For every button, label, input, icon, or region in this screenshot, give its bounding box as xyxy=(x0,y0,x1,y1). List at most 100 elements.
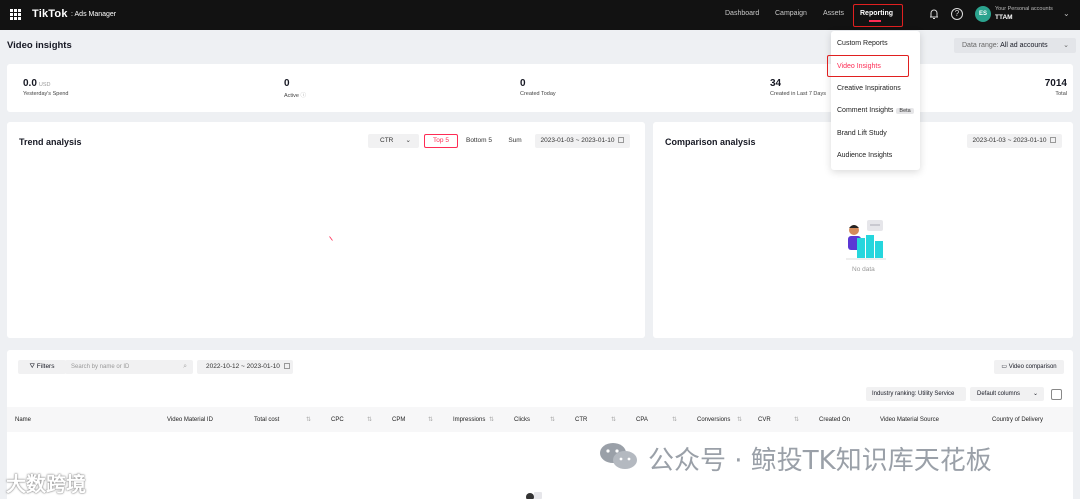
comparison-title: Comparison analysis xyxy=(665,137,756,147)
toggle-bottom-5[interactable]: Bottom 5 xyxy=(460,134,498,148)
stat-label: Active xyxy=(284,93,299,99)
stat-total: 7014 Total xyxy=(1041,78,1067,97)
wechat-icon xyxy=(600,443,637,469)
menu-item-creative-inspirations[interactable]: Creative Inspirations xyxy=(837,85,901,92)
date-from: 2022-10-12 xyxy=(206,363,240,370)
trend-date-range[interactable]: 2023-01-03 ~ 2023-01-10 xyxy=(535,134,630,148)
sort-icon[interactable]: ⇅ xyxy=(428,416,433,423)
corner-watermark: 大数跨境 xyxy=(6,472,86,496)
date-from: 2023-01-03 xyxy=(540,137,574,144)
video-comparison-button[interactable]: ▭ Video comparison xyxy=(994,360,1064,374)
search-placeholder: Search by name or ID xyxy=(71,364,130,370)
col-total-cost[interactable]: Total cost xyxy=(254,417,279,423)
chevron-down-icon: ⌄ xyxy=(1032,391,1038,397)
sort-icon[interactable]: ⇅ xyxy=(306,416,311,423)
video-insights-highlight-box xyxy=(827,55,909,77)
comparison-date-range[interactable]: 2023-01-03 ~ 2023-01-10 xyxy=(967,134,1062,148)
industry-ranking-select[interactable]: Industry ranking: Utility Service xyxy=(866,387,966,401)
date-to: 2023-01-10 xyxy=(246,363,280,370)
no-data-illustration xyxy=(846,220,886,260)
account-name[interactable]: TTAM xyxy=(995,14,1013,21)
toggle-sum[interactable]: Sum xyxy=(500,134,530,148)
reporting-dropdown-menu: Custom Reports Video Insights Creative I… xyxy=(831,31,920,170)
col-cpa[interactable]: CPA xyxy=(636,417,648,423)
beta-badge: Beta xyxy=(896,108,914,114)
chevron-down-icon[interactable]: ⌄ xyxy=(1063,9,1070,18)
filters-button[interactable]: ⛛ Filters xyxy=(18,360,66,374)
stat-created-7-days: 34 Created in Last 7 Days xyxy=(770,78,826,97)
col-cpc[interactable]: CPC xyxy=(331,417,344,423)
app-grid-icon[interactable] xyxy=(10,9,21,20)
chevron-down-icon: ⌄ xyxy=(405,137,411,144)
notification-bell-icon[interactable] xyxy=(929,8,939,20)
top-bar: TikTok : Ads Manager Dashboard Campaign … xyxy=(0,0,1080,30)
stat-value: 7014 xyxy=(1044,78,1067,89)
trend-title: Trend analysis xyxy=(19,137,82,147)
stat-spend: 0.0 USD Yesterday's Spend xyxy=(23,78,69,97)
date-to: 2023-01-10 xyxy=(581,137,615,144)
col-created-on[interactable]: Created On xyxy=(819,417,850,423)
col-name[interactable]: Name xyxy=(15,417,31,423)
sort-icon[interactable]: ⇅ xyxy=(489,416,494,423)
account-label: Your Personal accounts xyxy=(995,6,1053,12)
col-cvr[interactable]: CVR xyxy=(758,417,771,423)
menu-item-audience-insights[interactable]: Audience Insights xyxy=(837,152,892,159)
ads-manager-label: : Ads Manager xyxy=(71,11,117,18)
sort-icon[interactable]: ⇅ xyxy=(611,416,616,423)
col-conversions[interactable]: Conversions xyxy=(697,417,730,423)
empty-table-illustration xyxy=(526,492,542,499)
tiktok-logo[interactable]: TikTok xyxy=(32,8,68,20)
col-video-material-source[interactable]: Video Material Source xyxy=(880,417,939,423)
nav-assets[interactable]: Assets xyxy=(823,10,844,17)
col-impressions[interactable]: Impressions xyxy=(453,417,485,423)
col-video-material-id[interactable]: Video Material ID xyxy=(167,417,213,423)
help-icon[interactable]: ? xyxy=(951,8,963,20)
data-range-select[interactable]: Data range: All ad accounts ⌄ xyxy=(954,38,1076,53)
default-columns-label: Default columns xyxy=(977,391,1021,397)
wechat-watermark: 公众号 · 鲸投TK知识库天花板 xyxy=(648,446,992,476)
chevron-down-icon: ⌄ xyxy=(1063,42,1069,49)
table-date-range[interactable]: 2022-10-12 ~ 2023-01-10 xyxy=(197,360,293,374)
filter-icon: ⛛ xyxy=(29,363,35,370)
sort-icon[interactable]: ⇅ xyxy=(367,416,372,423)
sort-icon[interactable]: ⇅ xyxy=(794,416,799,423)
toggle-top-5[interactable]: Top 5 xyxy=(424,134,458,148)
metric-select[interactable]: CTR ⌄ xyxy=(368,134,419,148)
date-to: 2023-01-10 xyxy=(1013,137,1047,144)
data-range-value: All ad accounts xyxy=(1000,42,1048,49)
avatar[interactable]: ES xyxy=(975,6,991,22)
search-input[interactable]: Search by name or ID ⌕ xyxy=(65,360,193,374)
menu-item-comment-insights[interactable]: Comment Insights Beta xyxy=(837,107,914,114)
info-icon[interactable]: ⓘ xyxy=(301,93,307,99)
page-title: Video insights xyxy=(7,40,72,51)
stat-value: 0 xyxy=(284,78,290,89)
data-range-label: Data range: xyxy=(962,42,999,49)
download-icon[interactable] xyxy=(1051,389,1062,400)
stat-value: 0 xyxy=(520,78,526,89)
col-cpm[interactable]: CPM xyxy=(392,417,405,423)
filters-label: Filters xyxy=(36,363,55,370)
col-ctr[interactable]: CTR xyxy=(575,417,587,423)
nav-campaign[interactable]: Campaign xyxy=(775,10,807,17)
metric-value: CTR xyxy=(380,137,394,144)
col-country-of-delivery[interactable]: Country of Delivery xyxy=(992,417,1043,423)
stat-label: Created in Last 7 Days xyxy=(770,91,826,97)
sort-icon[interactable]: ⇅ xyxy=(550,416,555,423)
sort-icon[interactable]: ⇅ xyxy=(737,416,742,423)
sort-icon[interactable]: ⇅ xyxy=(672,416,677,423)
trend-analysis-card: Trend analysis CTR ⌄ Top 5 Bottom 5 Sum … xyxy=(7,122,645,338)
col-clicks[interactable]: Clicks xyxy=(514,417,530,423)
stat-label: Created Today xyxy=(520,91,556,97)
menu-item-custom-reports[interactable]: Custom Reports xyxy=(837,40,888,47)
no-data-text: No data xyxy=(852,266,875,273)
menu-item-brand-lift-study[interactable]: Brand Lift Study xyxy=(837,130,887,137)
stat-unit: USD xyxy=(38,82,51,88)
stat-value: 34 xyxy=(770,78,782,89)
calendar-icon xyxy=(618,137,625,144)
default-columns-select[interactable]: Default columns ⌄ xyxy=(970,387,1044,401)
stat-created-today: 0 Created Today xyxy=(520,78,556,97)
calendar-icon xyxy=(283,363,290,370)
stat-active: 0 Active ⓘ xyxy=(284,78,306,99)
calendar-icon xyxy=(1050,137,1057,144)
nav-dashboard[interactable]: Dashboard xyxy=(725,10,759,17)
